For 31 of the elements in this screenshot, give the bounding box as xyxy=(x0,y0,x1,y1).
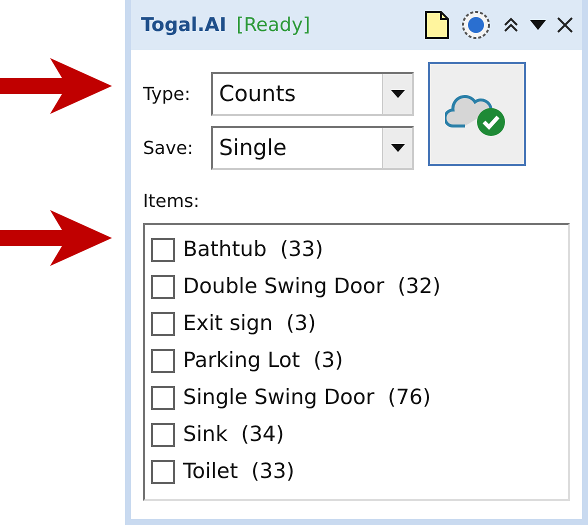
document-icon[interactable] xyxy=(424,10,450,40)
checkbox[interactable] xyxy=(151,312,175,336)
checkbox[interactable] xyxy=(151,386,175,410)
checkbox[interactable] xyxy=(151,422,175,446)
checkbox[interactable] xyxy=(151,460,175,484)
field-label: Type: xyxy=(143,82,192,106)
checkbox[interactable] xyxy=(151,274,175,298)
pointer-arrow-icon xyxy=(0,58,112,114)
dropdown[interactable]: Counts xyxy=(211,72,414,116)
items-label: Items: xyxy=(143,190,200,214)
dropdown[interactable]: Single xyxy=(211,126,414,170)
checkbox[interactable] xyxy=(151,238,175,262)
caret-icon xyxy=(390,90,404,98)
item-label: Sink (34) xyxy=(183,420,284,448)
target-icon[interactable] xyxy=(460,9,492,41)
item-label: Toilet (33) xyxy=(183,458,294,485)
caret-icon xyxy=(390,144,404,152)
collapse-icon[interactable] xyxy=(502,16,520,34)
item-label: Bathtub (33) xyxy=(183,236,324,263)
panel-title: Togal.AI xyxy=(141,12,226,38)
item-label: Exit sign (3) xyxy=(183,310,316,337)
pointer-arrow-icon xyxy=(0,210,112,266)
item-label: Double Swing Door (32) xyxy=(183,272,441,300)
item-label: Single Swing Door (76) xyxy=(183,384,431,411)
cloud-sync-button[interactable] xyxy=(428,62,526,166)
caret-icon[interactable] xyxy=(530,20,546,30)
checkbox[interactable] xyxy=(151,348,175,372)
close-icon[interactable] xyxy=(556,16,574,34)
status-text: [Ready] xyxy=(236,12,310,38)
field-label: Save: xyxy=(143,136,194,160)
item-label: Parking Lot (3) xyxy=(183,346,344,374)
